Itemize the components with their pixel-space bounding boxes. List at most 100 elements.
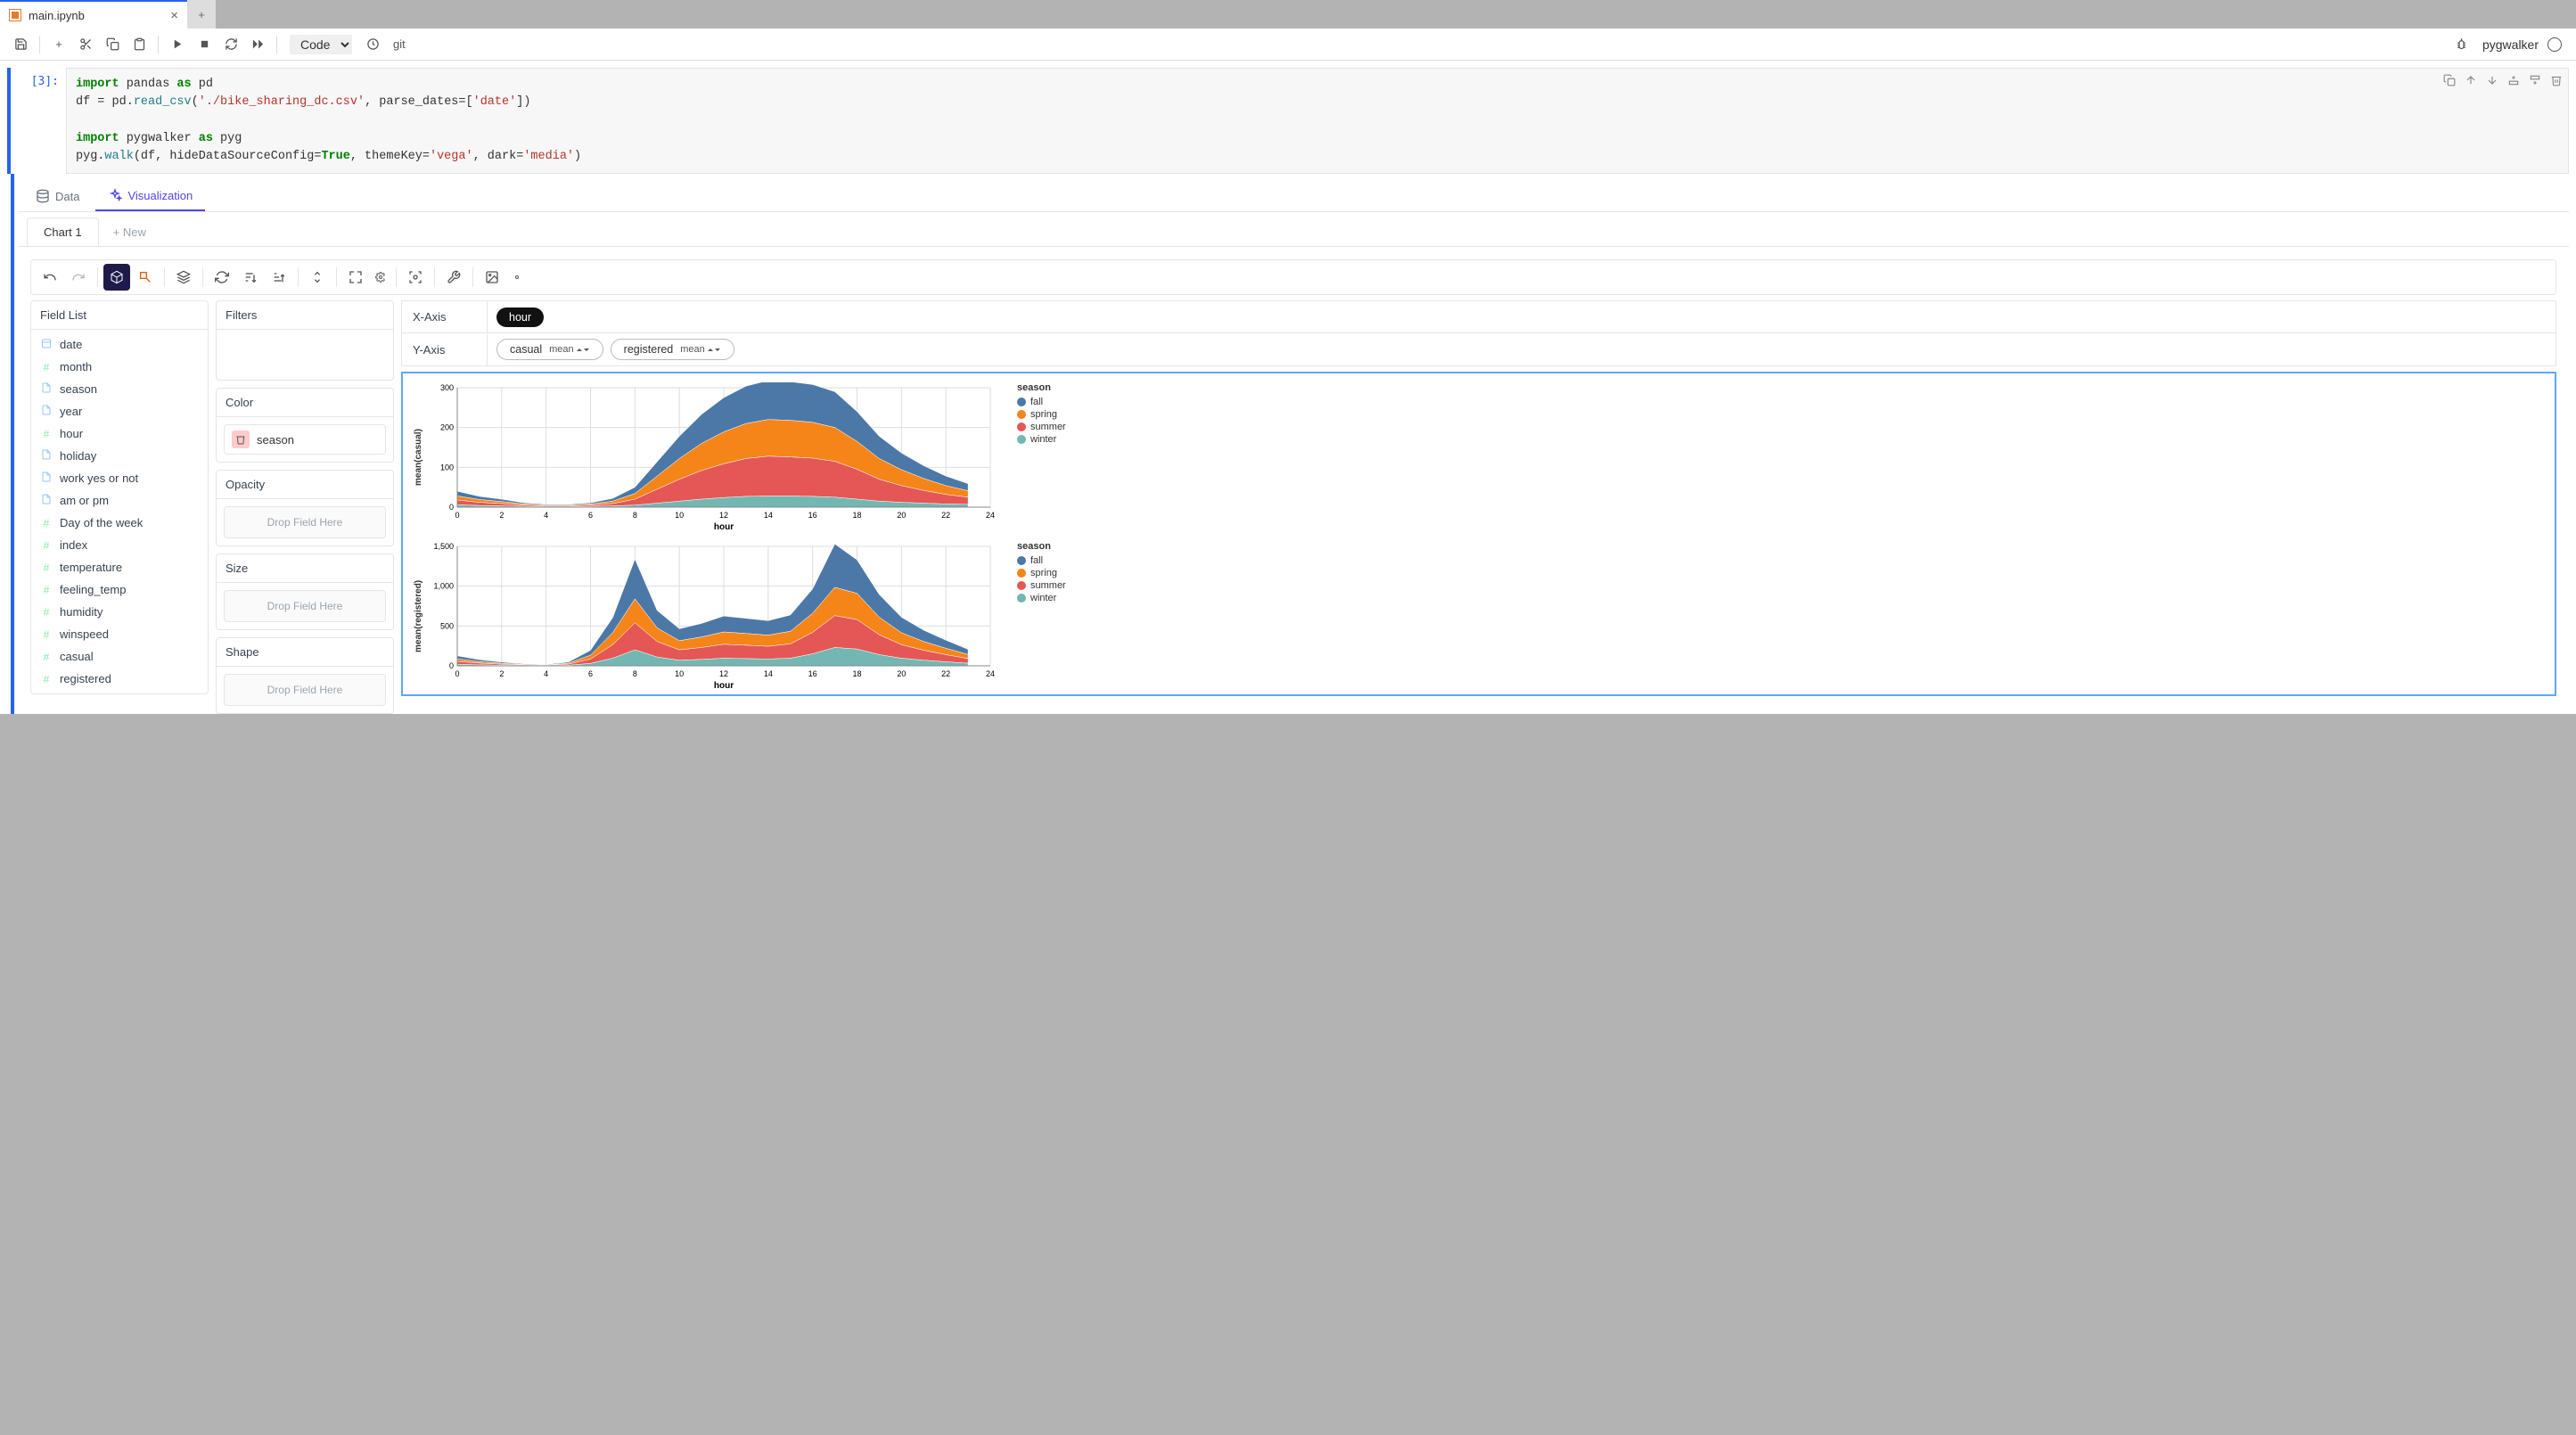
add-tab-button[interactable]: + — [187, 0, 216, 29]
restart-button[interactable] — [219, 33, 242, 56]
run-button[interactable] — [166, 33, 189, 56]
remove-pill-icon[interactable] — [232, 430, 250, 448]
database-icon — [36, 189, 50, 203]
hash-icon: # — [40, 584, 53, 596]
axes-toggle-button[interactable] — [304, 264, 331, 291]
move-up-icon[interactable] — [2465, 74, 2477, 94]
field-item[interactable]: #casual — [31, 645, 208, 668]
new-chart-tab[interactable]: + New — [101, 218, 159, 246]
wrench-button[interactable] — [440, 264, 467, 291]
shape-shelf[interactable]: Shape Drop Field Here — [216, 637, 394, 714]
redo-button[interactable] — [65, 264, 92, 291]
cut-button[interactable] — [74, 33, 97, 56]
cell-type-select[interactable]: Code — [290, 35, 352, 54]
opacity-shelf[interactable]: Opacity Drop Field Here — [216, 470, 394, 546]
select-tool-button[interactable] — [132, 264, 159, 291]
svg-text:2: 2 — [499, 669, 504, 678]
delete-cell-icon[interactable] — [2550, 74, 2563, 94]
kernel-name[interactable]: pygwalker — [2482, 37, 2539, 52]
tab-data[interactable]: Data — [23, 182, 92, 210]
text-icon — [40, 472, 53, 485]
cell-actions — [2443, 74, 2563, 94]
svg-text:14: 14 — [764, 511, 773, 520]
fullscreen-gear-icon[interactable] — [371, 264, 390, 291]
svg-text:8: 8 — [633, 669, 637, 678]
image-gear-icon[interactable] — [507, 264, 527, 291]
bug-icon[interactable] — [2450, 33, 2473, 56]
copy-button[interactable] — [101, 33, 124, 56]
y-axis-pill[interactable]: casualmean — [496, 339, 603, 360]
field-item[interactable]: #registered — [31, 668, 208, 690]
x-axis-pill[interactable]: hour — [496, 308, 544, 327]
field-item[interactable]: #Day of the week — [31, 512, 208, 534]
clock-icon[interactable] — [361, 33, 384, 56]
field-item[interactable]: year — [31, 400, 208, 422]
svg-text:20: 20 — [897, 669, 906, 678]
filters-shelf[interactable]: Filters — [216, 300, 394, 381]
field-item[interactable]: #index — [31, 534, 208, 556]
sort-desc-button[interactable] — [237, 264, 264, 291]
svg-text:18: 18 — [852, 669, 861, 678]
focus-button[interactable] — [402, 264, 429, 291]
duplicate-cell-icon[interactable] — [2443, 74, 2456, 94]
refresh-button[interactable] — [209, 264, 235, 291]
tab-visualization[interactable]: Visualization — [95, 181, 205, 211]
notebook-toolbar: + Code git pygwalker — [0, 29, 2576, 61]
run-all-button[interactable] — [246, 33, 269, 56]
insert-above-icon[interactable] — [2507, 74, 2520, 94]
svg-text:14: 14 — [764, 669, 773, 678]
field-item[interactable]: #month — [31, 356, 208, 378]
svg-text:6: 6 — [588, 511, 593, 520]
color-pill[interactable]: season — [224, 424, 386, 455]
field-item[interactable]: #temperature — [31, 556, 208, 578]
chart-legend: seasonfallspringsummerwinter — [1005, 541, 1076, 691]
field-list-header: Field List — [31, 301, 208, 330]
move-down-icon[interactable] — [2486, 74, 2498, 94]
cell-prompt: [3]: — [12, 68, 66, 174]
layers-button[interactable] — [170, 264, 197, 291]
git-label[interactable]: git — [393, 37, 406, 51]
fullscreen-button[interactable] — [342, 264, 369, 291]
save-button[interactable] — [9, 33, 32, 56]
add-cell-button[interactable]: + — [47, 33, 70, 56]
notebook-tab[interactable]: main.ipynb × — [0, 0, 187, 29]
svg-text:10: 10 — [675, 669, 684, 678]
y-axis-pill[interactable]: registeredmean — [611, 339, 734, 360]
stop-button[interactable] — [193, 33, 216, 56]
code-editor[interactable]: import pandas as pd df = pd.read_csv('./… — [66, 68, 2569, 174]
svg-text:18: 18 — [852, 511, 861, 520]
field-item[interactable]: am or pm — [31, 489, 208, 512]
code-cell[interactable]: [3]: import pandas as pd df = pd.read_cs… — [7, 68, 2569, 174]
svg-text:0: 0 — [455, 669, 459, 678]
undo-button[interactable] — [37, 264, 63, 291]
y-axis-shelf[interactable]: Y-Axis casualmeanregisteredmean — [401, 333, 2556, 366]
field-item[interactable]: holiday — [31, 445, 208, 467]
paste-button[interactable] — [127, 33, 151, 56]
field-item[interactable]: #humidity — [31, 601, 208, 623]
sort-asc-button[interactable] — [266, 264, 292, 291]
field-item[interactable]: season — [31, 378, 208, 400]
svg-text:8: 8 — [633, 511, 637, 520]
svg-text:0: 0 — [455, 511, 459, 520]
image-button[interactable] — [479, 264, 505, 291]
cube-button[interactable] — [103, 264, 130, 291]
insert-below-icon[interactable] — [2529, 74, 2541, 94]
hash-icon: # — [40, 517, 53, 529]
x-axis-shelf[interactable]: X-Axis hour — [401, 300, 2556, 333]
svg-text:300: 300 — [440, 383, 454, 392]
field-item[interactable]: date — [31, 333, 208, 356]
text-icon — [40, 382, 53, 396]
field-item[interactable]: #hour — [31, 422, 208, 445]
size-shelf[interactable]: Size Drop Field Here — [216, 554, 394, 630]
color-shelf[interactable]: Color season — [216, 388, 394, 463]
field-item[interactable]: work yes or not — [31, 467, 208, 489]
close-icon[interactable]: × — [170, 8, 178, 23]
field-item[interactable]: #winspeed — [31, 623, 208, 645]
svg-text:1,500: 1,500 — [433, 542, 454, 551]
chart-svg: 0100200300024681012141618202224hour — [425, 382, 996, 532]
chart-canvas[interactable]: mean(casual)0100200300024681012141618202… — [401, 372, 2556, 696]
chart-tab-1[interactable]: Chart 1 — [27, 217, 99, 246]
field-item[interactable]: #feeling_temp — [31, 578, 208, 601]
kernel-status-icon[interactable] — [2547, 37, 2562, 52]
chart-svg: 05001,0001,500024681012141618202224hour — [425, 541, 996, 691]
